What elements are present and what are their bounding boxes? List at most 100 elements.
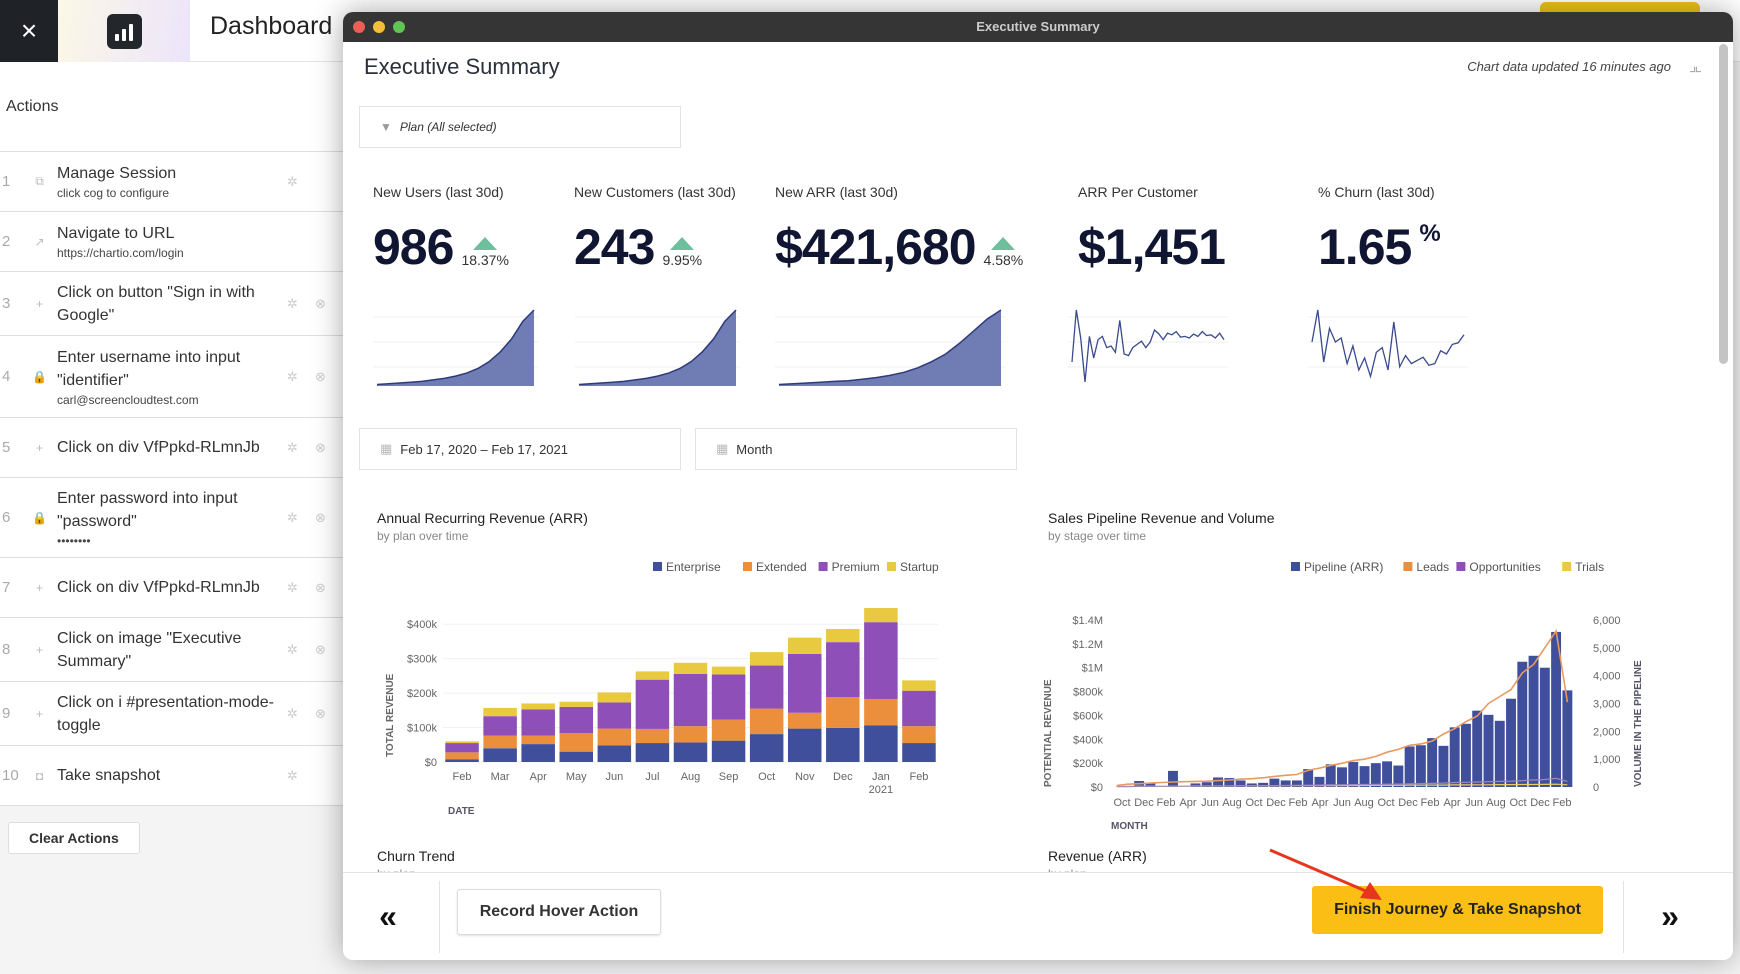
action-item[interactable]: 1 ⧉ Manage Session click cog to configure ✲ — [0, 152, 345, 212]
remove-icon[interactable]: ⊗ — [315, 642, 326, 658]
bar-segment-enterprise[interactable] — [711, 740, 746, 762]
pipeline-bar[interactable] — [1539, 667, 1550, 787]
bar-segment-extended[interactable] — [521, 735, 555, 745]
bar-segment-startup[interactable] — [711, 666, 746, 675]
bar-segment-premium[interactable] — [787, 653, 822, 713]
bar-segment-extended[interactable] — [826, 697, 860, 728]
pipeline-bar[interactable] — [1494, 720, 1505, 787]
bar-segment-enterprise[interactable] — [445, 759, 479, 762]
record-hover-action-button[interactable]: Record Hover Action — [457, 889, 661, 935]
bar-segment-startup[interactable] — [597, 692, 632, 703]
bar-segment-enterprise[interactable] — [635, 743, 670, 762]
gear-icon[interactable]: ✲ — [287, 768, 298, 784]
bar-segment-startup[interactable] — [445, 741, 479, 744]
pipeline-bar[interactable] — [1382, 761, 1393, 787]
bar-segment-premium[interactable] — [711, 674, 746, 720]
remove-icon[interactable]: ⊗ — [315, 580, 326, 596]
bar-segment-startup[interactable] — [559, 701, 594, 707]
bar-segment-premium[interactable] — [635, 679, 670, 729]
pipeline-bar[interactable] — [1517, 661, 1528, 787]
bar-segment-premium[interactable] — [521, 709, 555, 736]
bar-segment-premium[interactable] — [445, 743, 479, 753]
pipeline-bar[interactable] — [1472, 710, 1483, 787]
bar-segment-enterprise[interactable] — [597, 745, 632, 762]
gear-icon[interactable]: ✲ — [287, 510, 298, 526]
bar-segment-premium[interactable] — [597, 702, 632, 729]
gear-icon[interactable]: ✲ — [287, 296, 298, 312]
pipeline-bar[interactable] — [1438, 745, 1449, 787]
pipeline-bar[interactable] — [1415, 745, 1426, 787]
action-item[interactable]: 4 🔒 Enter username into input "identifier"… — [0, 336, 345, 418]
remove-icon[interactable]: ⊗ — [315, 369, 326, 385]
bar-segment-extended[interactable] — [635, 728, 670, 744]
pipeline-bar[interactable] — [1348, 761, 1359, 787]
bar-segment-startup[interactable] — [787, 637, 822, 654]
pipeline-bar[interactable] — [1506, 698, 1516, 787]
bar-segment-enterprise[interactable] — [902, 743, 936, 762]
bar-segment-enterprise[interactable] — [559, 751, 594, 762]
bar-segment-extended[interactable] — [559, 733, 594, 752]
bar-segment-startup[interactable] — [864, 608, 898, 623]
bar-segment-premium[interactable] — [826, 642, 860, 698]
gear-icon[interactable]: ✲ — [287, 369, 298, 385]
next-button[interactable]: » — [1645, 891, 1695, 941]
bar-segment-premium[interactable] — [673, 673, 708, 727]
granularity-select[interactable]: ▦ Month — [695, 428, 1017, 470]
bar-segment-enterprise[interactable] — [673, 742, 708, 762]
bar-segment-extended[interactable] — [673, 726, 708, 743]
pipeline-bar[interactable] — [1427, 738, 1438, 787]
bar-segment-extended[interactable] — [864, 698, 898, 726]
bar-segment-extended[interactable] — [902, 726, 936, 744]
bar-segment-premium[interactable] — [902, 690, 936, 727]
bar-segment-startup[interactable] — [521, 703, 555, 710]
remove-icon[interactable]: ⊗ — [315, 706, 326, 722]
action-item[interactable]: 8 + Click on image "Executive Summary" ✲ ⊗ — [0, 618, 345, 682]
pipeline-bar[interactable] — [1528, 655, 1539, 787]
plan-filter[interactable]: ▼ Plan (All selected) — [359, 106, 681, 148]
gear-icon[interactable]: ✲ — [287, 174, 298, 190]
pipeline-bar[interactable] — [1562, 690, 1573, 787]
action-item[interactable]: 2 ↗ Navigate to URL https://chartio.com/log… — [0, 212, 345, 272]
bar-segment-startup[interactable] — [826, 629, 860, 643]
bar-segment-premium[interactable] — [749, 665, 784, 709]
bar-segment-premium[interactable] — [864, 622, 898, 699]
action-item[interactable]: 7 + Click on div VfPpkd-RLmnJb ✲ ⊗ — [0, 558, 345, 618]
bar-segment-extended[interactable] — [597, 728, 632, 746]
bar-segment-enterprise[interactable] — [787, 728, 822, 762]
pipeline-bar[interactable] — [1404, 746, 1415, 787]
bar-segment-extended[interactable] — [711, 719, 746, 741]
close-button[interactable]: × — [0, 0, 58, 62]
bar-segment-extended[interactable] — [787, 712, 822, 729]
scrollbar[interactable] — [1719, 44, 1728, 364]
collapse-icon[interactable]: ⌟⌞ — [1689, 56, 1702, 76]
gear-icon[interactable]: ✲ — [287, 580, 298, 596]
bar-segment-startup[interactable] — [483, 707, 517, 717]
bar-segment-startup[interactable] — [749, 652, 784, 666]
remove-icon[interactable]: ⊗ — [315, 440, 326, 456]
pipeline-bar[interactable] — [1168, 770, 1178, 787]
gear-icon[interactable]: ✲ — [287, 642, 298, 658]
bar-segment-extended[interactable] — [749, 708, 784, 735]
pipeline-bar[interactable] — [1337, 767, 1347, 787]
remove-icon[interactable]: ⊗ — [315, 510, 326, 526]
bar-segment-enterprise[interactable] — [749, 734, 784, 762]
clear-actions-button[interactable]: Clear Actions — [8, 822, 140, 854]
bar-segment-extended[interactable] — [483, 735, 517, 749]
action-item[interactable]: 3 + Click on button "Sign in with Google" ✲… — [0, 272, 345, 336]
bar-segment-premium[interactable] — [559, 706, 594, 734]
bar-segment-premium[interactable] — [483, 716, 517, 736]
remove-icon[interactable]: ⊗ — [315, 296, 326, 312]
bar-segment-enterprise[interactable] — [483, 748, 517, 762]
bar-segment-enterprise[interactable] — [826, 727, 860, 762]
pipeline-bar[interactable] — [1483, 714, 1494, 787]
pipeline-bar[interactable] — [1460, 723, 1471, 787]
bar-segment-startup[interactable] — [902, 680, 936, 691]
pipeline-bar[interactable] — [1449, 727, 1460, 787]
gear-icon[interactable]: ✲ — [287, 440, 298, 456]
bar-segment-startup[interactable] — [635, 671, 670, 680]
pipeline-bar[interactable] — [1359, 766, 1370, 787]
bar-segment-startup[interactable] — [673, 662, 708, 674]
action-item[interactable]: 5 + Click on div VfPpkd-RLmnJb ✲ ⊗ — [0, 418, 345, 478]
gear-icon[interactable]: ✲ — [287, 706, 298, 722]
bar-segment-extended[interactable] — [445, 752, 479, 760]
